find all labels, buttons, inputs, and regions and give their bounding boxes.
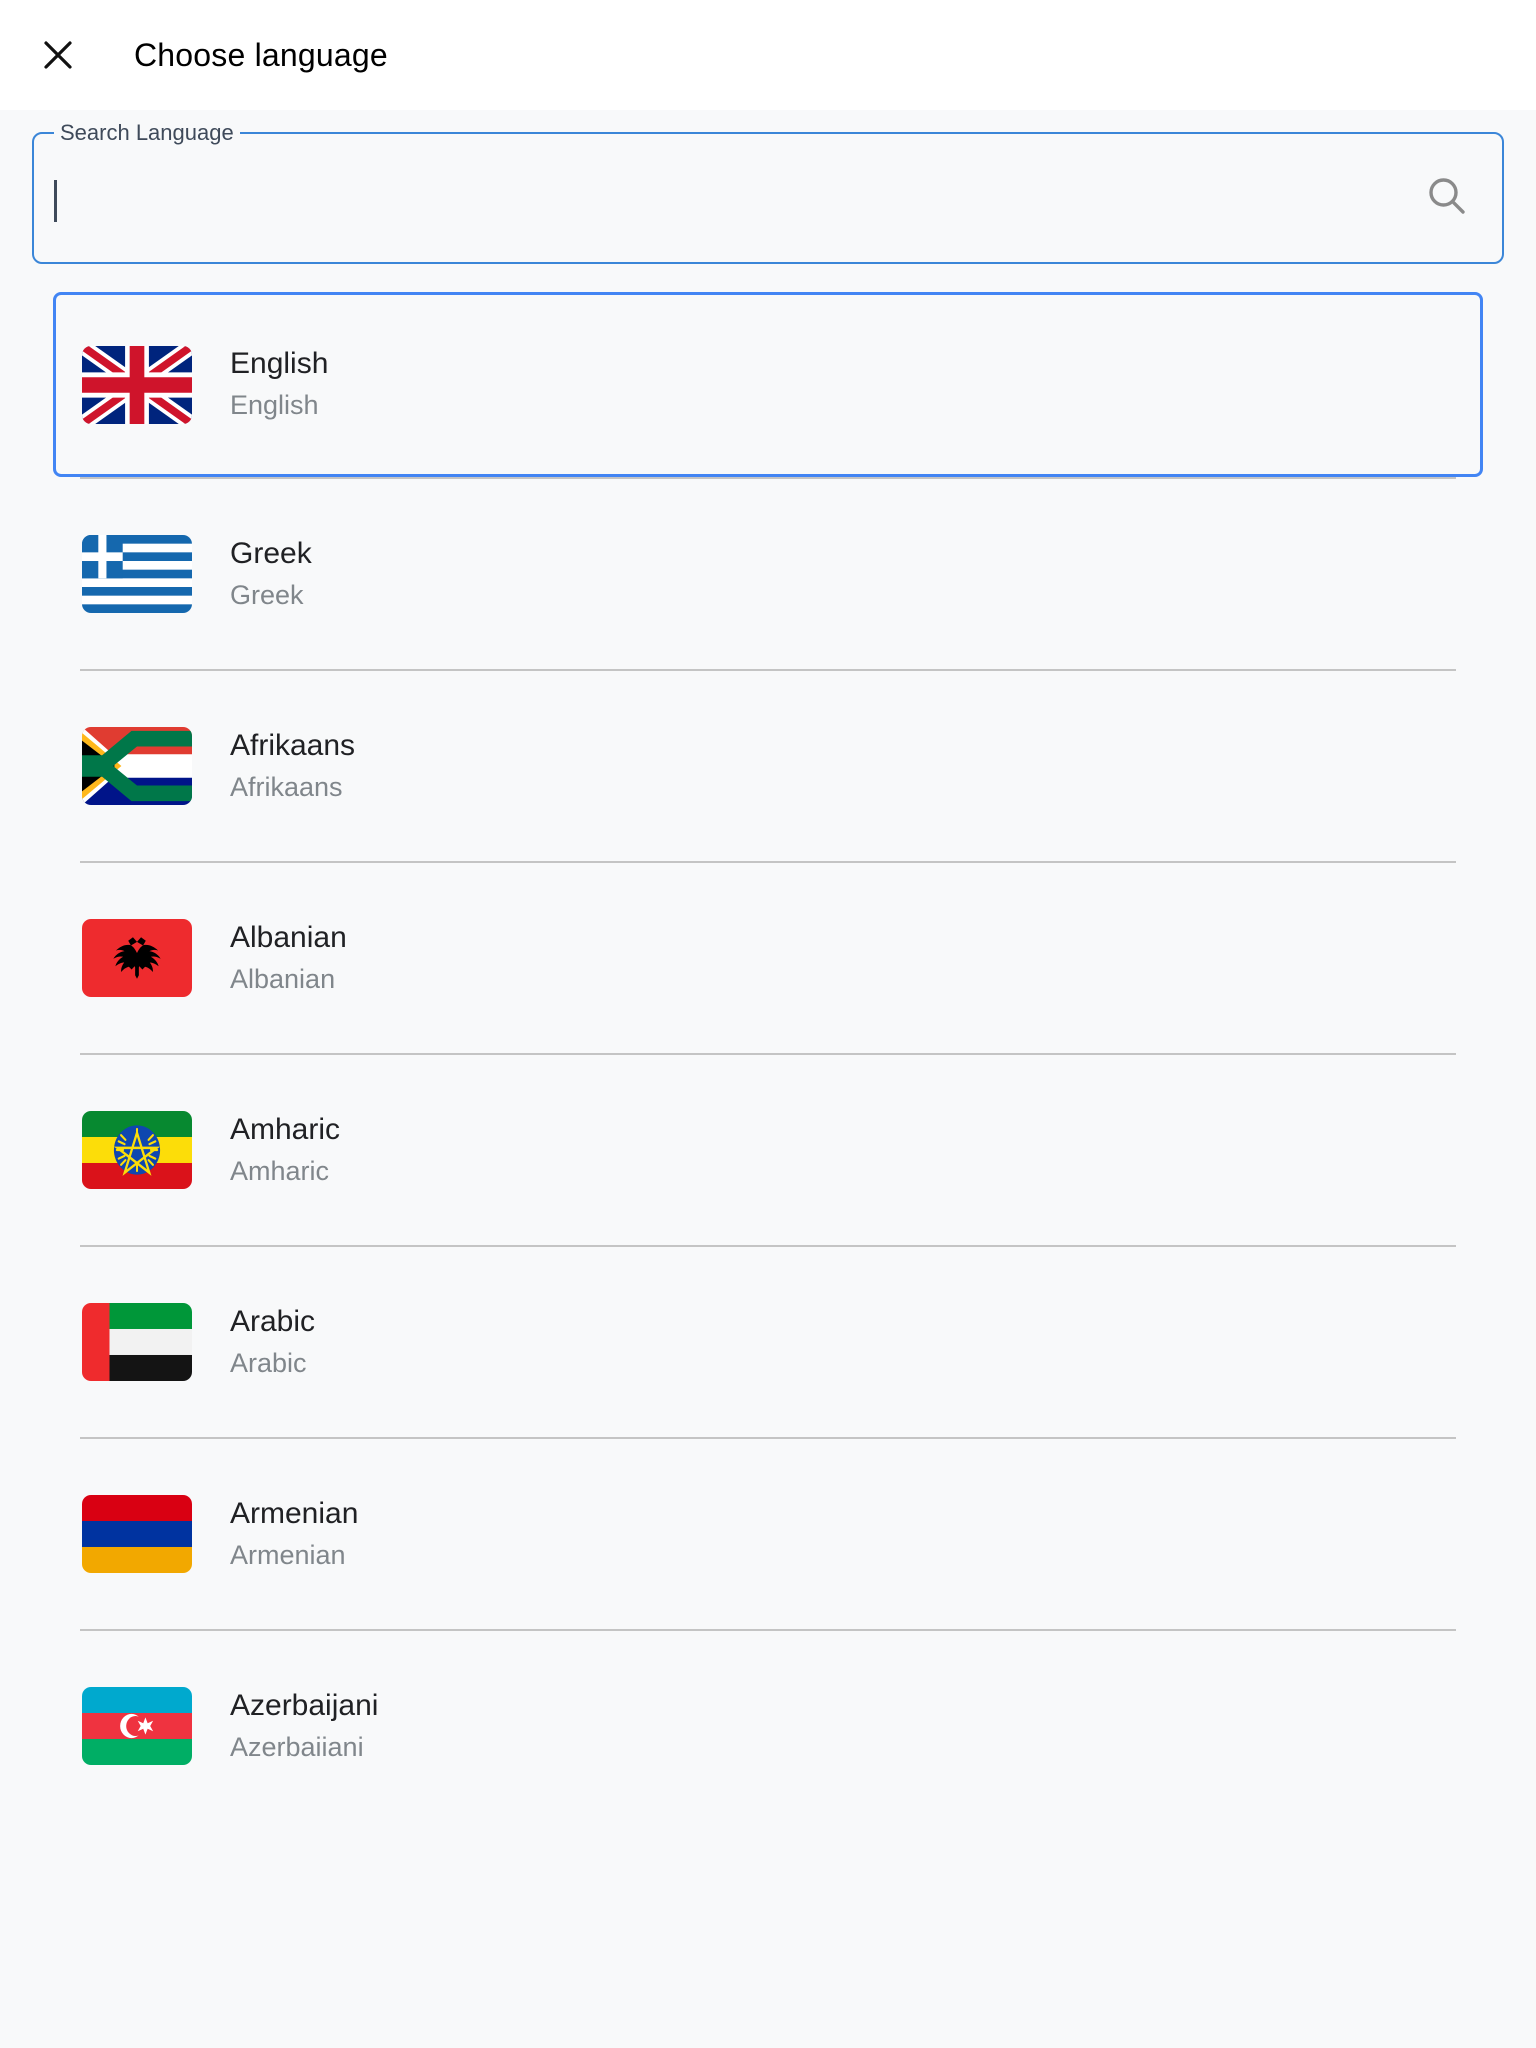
- flag-albania-icon: [82, 919, 192, 997]
- language-native-name: Azerbaiiani: [230, 1731, 364, 1762]
- close-icon: [38, 35, 78, 75]
- close-button[interactable]: [30, 27, 86, 83]
- language-name: Greek: [230, 536, 312, 570]
- language-item-albanian[interactable]: Albanian Albanian: [0, 863, 1536, 1053]
- language-item-armenian[interactable]: Armenian Armenian: [0, 1439, 1536, 1629]
- language-name: Amharic: [230, 1112, 341, 1146]
- language-name: English: [230, 347, 329, 380]
- language-item-arabic[interactable]: Arabic Arabic: [0, 1247, 1536, 1437]
- language-native-name: Greek: [230, 579, 304, 610]
- text-caret: [54, 180, 57, 222]
- flag-azerbaijan-icon: [82, 1687, 192, 1765]
- app-bar: Choose language: [0, 0, 1536, 110]
- language-name: Armenian: [230, 1496, 359, 1530]
- language-item-greek[interactable]: Greek Greek: [0, 479, 1536, 669]
- search-button[interactable]: [1392, 134, 1502, 262]
- language-name: Afrikaans: [230, 728, 356, 762]
- language-native-name: Albanian: [230, 963, 336, 994]
- page-title: Choose language: [134, 36, 388, 73]
- language-native-name: English: [230, 390, 319, 420]
- language-item-amharic[interactable]: Amharic Amharic: [0, 1055, 1536, 1245]
- language-name: Arabic: [230, 1304, 316, 1338]
- flag-united-arab-emirates-icon: [82, 1303, 192, 1381]
- language-name: Azerbaijani: [230, 1688, 379, 1722]
- language-item-azerbaijani[interactable]: Azerbaijani Azerbaiiani: [0, 1631, 1536, 1821]
- flag-greece-icon: [82, 535, 192, 613]
- flag-armenia-icon: [82, 1495, 192, 1573]
- language-item-english[interactable]: English English: [53, 292, 1483, 477]
- language-native-name: Armenian: [230, 1539, 346, 1570]
- language-native-name: Afrikaans: [230, 771, 343, 802]
- flag-south-africa-icon: [82, 727, 192, 805]
- search-input[interactable]: [34, 134, 1392, 262]
- flag-ethiopia-icon: [82, 1111, 192, 1189]
- language-name: Albanian: [230, 920, 347, 954]
- language-list: English English Greek Greek Afrikaans Af…: [0, 292, 1536, 1821]
- search-field[interactable]: Search Language: [32, 121, 1504, 264]
- search-icon: [1424, 173, 1470, 224]
- language-item-afrikaans[interactable]: Afrikaans Afrikaans: [0, 671, 1536, 861]
- flag-united-kingdom-icon: [82, 345, 192, 424]
- language-native-name: Amharic: [230, 1155, 330, 1186]
- search-section: Search Language: [0, 110, 1536, 264]
- language-native-name: Arabic: [230, 1347, 307, 1378]
